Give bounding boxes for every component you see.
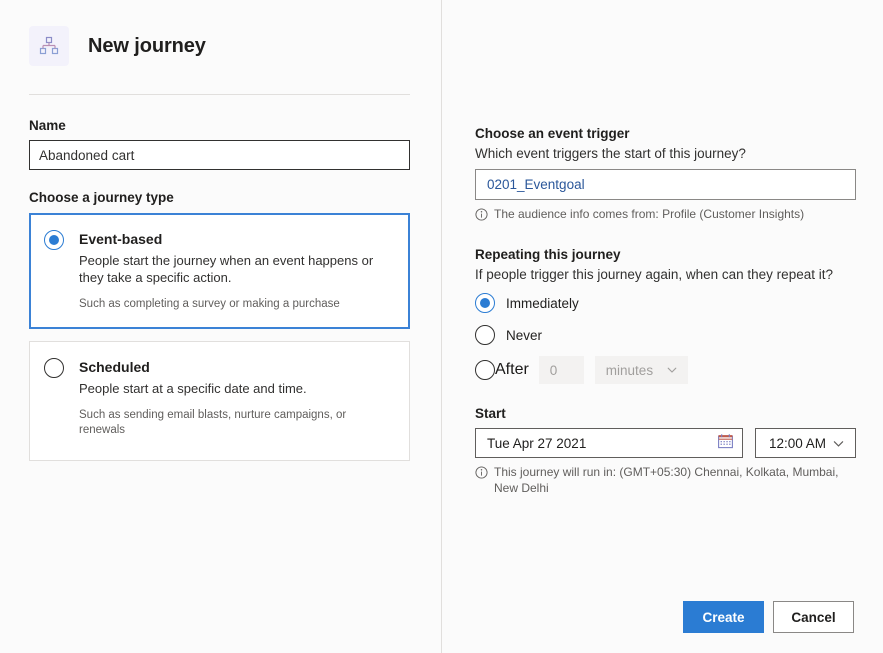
info-icon <box>475 208 488 225</box>
start-time-select[interactable]: 12:00 AM <box>755 428 856 458</box>
card-hint: Such as completing a survey or making a … <box>79 298 340 310</box>
journey-type-event-based[interactable]: Event-based People start the journey whe… <box>29 213 410 329</box>
journey-type-scheduled[interactable]: Scheduled People start at a specific dat… <box>29 341 410 461</box>
radio-scheduled[interactable] <box>44 358 64 378</box>
radio-event-based[interactable] <box>44 230 64 250</box>
page-title: New journey <box>88 34 206 57</box>
start-date-value: Tue Apr 27 2021 <box>487 435 587 451</box>
name-input[interactable]: Abandoned cart <box>29 140 410 170</box>
repeat-option-label: Never <box>506 327 543 343</box>
new-journey-dialog: New journey Name Abandoned cart Choose a… <box>0 0 883 653</box>
after-unit-value: minutes <box>605 362 654 378</box>
create-button[interactable]: Create <box>683 601 764 633</box>
chevron-down-icon <box>832 437 845 450</box>
start-section: Start Tue Apr 27 2021 12:00 AM This jour… <box>475 406 883 496</box>
start-label: Start <box>475 406 506 421</box>
repeat-option-immediately[interactable]: Immediately <box>475 292 883 314</box>
info-icon <box>475 466 488 483</box>
dialog-footer: Create Cancel <box>683 601 854 633</box>
radio-immediately[interactable] <box>475 293 495 313</box>
start-time-value: 12:00 AM <box>769 435 827 451</box>
repeat-option-label: Immediately <box>506 295 579 311</box>
name-label: Name <box>29 118 66 133</box>
start-info: This journey will run in: (GMT+05:30) Ch… <box>475 464 845 496</box>
event-trigger-combobox[interactable]: 0201_Eventgoal <box>475 169 856 200</box>
calendar-icon[interactable] <box>717 433 734 453</box>
right-form: Choose an event trigger Which event trig… <box>442 0 883 496</box>
right-pane: Choose an event trigger Which event trig… <box>442 0 883 653</box>
repeat-subheading: If people trigger this journey again, wh… <box>475 267 833 282</box>
card-description: People start the journey when an event h… <box>79 253 374 285</box>
left-pane: New journey Name Abandoned cart Choose a… <box>0 0 441 653</box>
repeat-section: Repeating this journey If people trigger… <box>475 247 883 384</box>
radio-after[interactable] <box>475 360 495 380</box>
journey-type-label: Choose a journey type <box>29 190 174 205</box>
event-trigger-value: 0201_Eventgoal <box>487 177 585 192</box>
repeat-heading: Repeating this journey <box>475 247 621 262</box>
event-trigger-info-text: The audience info comes from: Profile (C… <box>494 207 805 221</box>
after-amount-input[interactable]: 0 <box>538 356 584 384</box>
repeat-option-never[interactable]: Never <box>475 324 883 346</box>
event-trigger-heading: Choose an event trigger <box>475 126 630 141</box>
cancel-button[interactable]: Cancel <box>773 601 854 633</box>
hierarchy-icon <box>29 26 69 66</box>
radio-never[interactable] <box>475 325 495 345</box>
start-date-input[interactable]: Tue Apr 27 2021 <box>475 428 743 458</box>
left-form: Name Abandoned cart Choose a journey typ… <box>0 95 441 461</box>
repeat-option-after[interactable]: After 0 minutes <box>475 356 883 384</box>
event-trigger-subheading: Which event triggers the start of this j… <box>475 146 746 161</box>
start-info-text: This journey will run in: (GMT+05:30) Ch… <box>494 465 839 495</box>
chevron-down-icon <box>666 364 678 376</box>
card-hint: Such as sending email blasts, nurture ca… <box>79 409 347 436</box>
event-trigger-info: The audience info comes from: Profile (C… <box>475 206 845 225</box>
card-description: People start at a specific date and time… <box>79 381 307 396</box>
repeat-option-label: After <box>495 361 529 378</box>
dialog-header: New journey <box>0 0 441 66</box>
after-unit-select[interactable]: minutes <box>594 356 688 384</box>
card-title: Scheduled <box>79 359 150 375</box>
card-title: Event-based <box>79 231 163 247</box>
start-row: Tue Apr 27 2021 12:00 AM <box>475 428 883 458</box>
